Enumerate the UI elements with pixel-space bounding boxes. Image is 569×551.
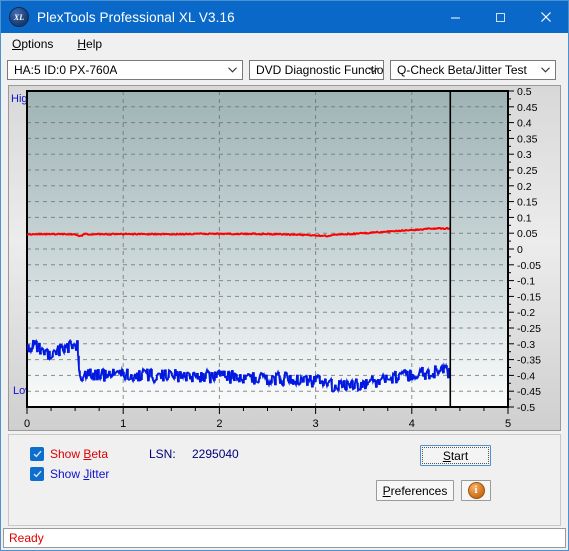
drive-select[interactable]: HA:5 ID:0 PX-760A xyxy=(7,60,243,80)
svg-text:0.1: 0.1 xyxy=(517,212,532,224)
info-button[interactable]: i xyxy=(461,480,491,501)
svg-text:0.4: 0.4 xyxy=(517,118,532,130)
svg-text:-0.45: -0.45 xyxy=(517,386,541,398)
lsn-value: 2295040 xyxy=(192,447,239,461)
checkmark-icon[interactable] xyxy=(30,447,44,461)
svg-text:0.5: 0.5 xyxy=(517,86,532,98)
menu-item-help-label: elp xyxy=(86,37,103,51)
xl-logo-icon: XL xyxy=(9,7,29,27)
minimize-icon[interactable] xyxy=(433,1,478,33)
preferences-button-label: Preferences xyxy=(382,483,448,498)
chevron-down-icon xyxy=(228,61,237,79)
svg-text:0.45: 0.45 xyxy=(517,102,538,114)
application-window: XL PlexTools Professional XL V3.16 Optio… xyxy=(0,0,569,551)
show-jitter-label: Show Jitter xyxy=(50,467,110,481)
show-jitter-checkbox-row[interactable]: Show Jitter xyxy=(30,467,109,481)
close-icon[interactable] xyxy=(523,1,568,33)
svg-text:-0.5: -0.5 xyxy=(517,402,535,414)
window-title: PlexTools Professional XL V3.16 xyxy=(37,9,235,25)
chevron-down-icon xyxy=(541,61,550,79)
function-select-value: DVD Diagnostic Functions xyxy=(256,63,383,77)
maximize-icon[interactable] xyxy=(478,1,523,33)
svg-text:0.3: 0.3 xyxy=(517,149,532,161)
menu-bar: Options Help xyxy=(1,33,568,55)
start-button-label: Start xyxy=(422,447,489,464)
test-select-value: Q-Check Beta/Jitter Test xyxy=(397,63,527,77)
menu-item-options[interactable]: Options xyxy=(9,35,56,53)
function-select[interactable]: DVD Diagnostic Functions xyxy=(249,60,384,80)
preferences-button[interactable]: Preferences xyxy=(376,480,454,501)
chevron-down-icon xyxy=(369,61,378,79)
svg-text:2: 2 xyxy=(216,418,222,430)
svg-text:0.15: 0.15 xyxy=(517,197,538,209)
svg-text:-0.35: -0.35 xyxy=(517,355,541,367)
window-buttons xyxy=(433,1,568,33)
menu-item-options-label: ptions xyxy=(21,37,54,51)
svg-text:3: 3 xyxy=(313,418,319,430)
start-button[interactable]: Start xyxy=(420,445,491,466)
svg-text:0: 0 xyxy=(24,418,30,430)
svg-text:0: 0 xyxy=(517,244,523,256)
svg-text:-0.25: -0.25 xyxy=(517,323,541,335)
svg-text:-0.05: -0.05 xyxy=(517,260,541,272)
beta-jitter-plot[interactable]: 0.5 0.45 0.4 0.35 0.3 0.25 0.2 0.15 0.1 0.05 0 -0.0… xyxy=(8,85,563,431)
menu-item-help[interactable]: Help xyxy=(74,35,105,53)
svg-text:-0.1: -0.1 xyxy=(517,276,535,288)
title-bar: XL PlexTools Professional XL V3.16 xyxy=(1,1,568,33)
svg-text:1: 1 xyxy=(120,418,126,430)
svg-text:4: 4 xyxy=(409,418,415,430)
svg-text:0.2: 0.2 xyxy=(517,181,532,193)
controls-panel: Show Beta Show Jitter LSN: 2295040 Start… xyxy=(8,434,561,526)
checkmark-icon[interactable] xyxy=(30,467,44,481)
svg-text:-0.15: -0.15 xyxy=(517,291,541,303)
svg-text:-0.2: -0.2 xyxy=(517,307,535,319)
chart-panel: High Low 0.5 0.45 0.4 0.35 0.3 0.25 0.2 0.15 0.1… xyxy=(8,85,561,431)
svg-text:0.25: 0.25 xyxy=(517,165,538,177)
lsn-label: LSN: xyxy=(149,447,176,461)
svg-text:-0.4: -0.4 xyxy=(517,370,535,382)
show-beta-checkbox-row[interactable]: Show Beta xyxy=(30,447,108,461)
show-beta-label: Show Beta xyxy=(50,447,109,461)
status-text: Ready xyxy=(9,531,44,545)
svg-text:-0.3: -0.3 xyxy=(517,339,535,351)
svg-text:0.05: 0.05 xyxy=(517,228,538,240)
test-select[interactable]: Q-Check Beta/Jitter Test xyxy=(390,60,556,80)
svg-text:0.35: 0.35 xyxy=(517,133,538,145)
toolbar: HA:5 ID:0 PX-760A DVD Diagnostic Functio… xyxy=(1,55,568,85)
drive-select-value: HA:5 ID:0 PX-760A xyxy=(14,63,118,77)
status-bar: Ready xyxy=(3,528,566,548)
info-icon: i xyxy=(467,482,485,499)
svg-text:5: 5 xyxy=(505,418,511,430)
